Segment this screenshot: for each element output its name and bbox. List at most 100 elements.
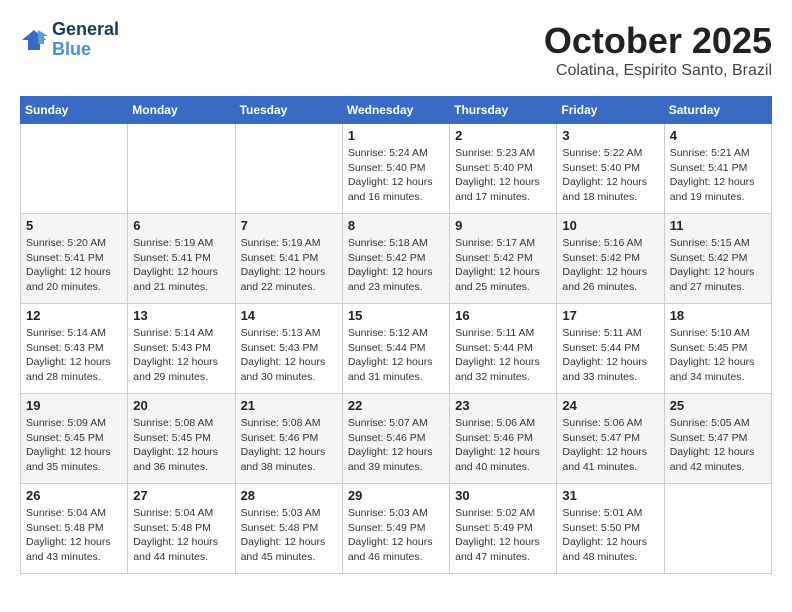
calendar-cell: 27 Sunrise: 5:04 AM Sunset: 5:48 PM Dayli… [128,484,235,574]
day-info: Sunrise: 5:19 AM Sunset: 5:41 PM Dayligh… [241,236,337,295]
day-info: Sunrise: 5:11 AM Sunset: 5:44 PM Dayligh… [562,326,658,385]
weekday-header: Sunday [21,97,128,124]
day-number: 12 [26,308,122,323]
day-number: 5 [26,218,122,233]
calendar-cell: 13 Sunrise: 5:14 AM Sunset: 5:43 PM Dayli… [128,304,235,394]
day-info: Sunrise: 5:14 AM Sunset: 5:43 PM Dayligh… [26,326,122,385]
logo-line2: Blue [52,40,119,60]
day-info: Sunrise: 5:04 AM Sunset: 5:48 PM Dayligh… [26,506,122,565]
calendar: SundayMondayTuesdayWednesdayThursdayFrid… [20,96,772,574]
logo: General Blue [20,20,119,60]
day-number: 29 [348,488,444,503]
weekday-header: Thursday [450,97,557,124]
day-number: 18 [670,308,766,323]
calendar-cell: 23Sunrise: 5:06 AM Sunset: 5:46 PM Dayli… [450,394,557,484]
day-info: Sunrise: 5:03 AM Sunset: 5:48 PM Dayligh… [241,506,337,565]
day-number: 27 [133,488,229,503]
day-info: Sunrise: 5:04 AM Sunset: 5:48 PM Dayligh… [133,506,229,565]
day-info: Sunrise: 5:19 AM Sunset: 5:41 PM Dayligh… [133,236,229,295]
day-number: 15 [348,308,444,323]
calendar-cell: 28 Sunrise: 5:03 AM Sunset: 5:48 PM Dayli… [235,484,342,574]
calendar-cell: 31 Sunrise: 5:01 AM Sunset: 5:50 PM Dayli… [557,484,664,574]
day-number: 20 [133,398,229,413]
calendar-cell: 6 Sunrise: 5:19 AM Sunset: 5:41 PM Daylig… [128,214,235,304]
day-info: Sunrise: 5:10 AM Sunset: 5:45 PM Dayligh… [670,326,766,385]
day-number: 28 [241,488,337,503]
calendar-cell: 8 Sunrise: 5:18 AM Sunset: 5:42 PM Daylig… [342,214,449,304]
calendar-cell [235,124,342,214]
calendar-week-row: 19 Sunrise: 5:09 AM Sunset: 5:45 PM Dayli… [21,394,772,484]
calendar-cell: 15Sunrise: 5:12 AM Sunset: 5:44 PM Dayli… [342,304,449,394]
calendar-cell: 16Sunrise: 5:11 AM Sunset: 5:44 PM Dayli… [450,304,557,394]
day-info: Sunrise: 5:14 AM Sunset: 5:43 PM Dayligh… [133,326,229,385]
day-number: 26 [26,488,122,503]
calendar-cell: 4 Sunrise: 5:21 AM Sunset: 5:41 PM Daylig… [664,124,771,214]
day-info: Sunrise: 5:01 AM Sunset: 5:50 PM Dayligh… [562,506,658,565]
calendar-body: 1Sunrise: 5:24 AM Sunset: 5:40 PM Daylig… [21,124,772,574]
day-number: 31 [562,488,658,503]
location-subtitle: Colatina, Espirito Santo, Brazil [544,62,772,80]
day-number: 19 [26,398,122,413]
calendar-week-row: 5 Sunrise: 5:20 AM Sunset: 5:41 PM Daylig… [21,214,772,304]
calendar-cell: 10 Sunrise: 5:16 AM Sunset: 5:42 PM Dayli… [557,214,664,304]
calendar-cell: 22Sunrise: 5:07 AM Sunset: 5:46 PM Dayli… [342,394,449,484]
weekday-header: Wednesday [342,97,449,124]
calendar-cell: 29 Sunrise: 5:03 AM Sunset: 5:49 PM Dayli… [342,484,449,574]
calendar-cell [21,124,128,214]
calendar-cell: 19 Sunrise: 5:09 AM Sunset: 5:45 PM Dayli… [21,394,128,484]
calendar-cell: 17 Sunrise: 5:11 AM Sunset: 5:44 PM Dayli… [557,304,664,394]
day-info: Sunrise: 5:18 AM Sunset: 5:42 PM Dayligh… [348,236,444,295]
day-info: Sunrise: 5:17 AM Sunset: 5:42 PM Dayligh… [455,236,551,295]
calendar-cell: 5 Sunrise: 5:20 AM Sunset: 5:41 PM Daylig… [21,214,128,304]
day-info: Sunrise: 5:06 AM Sunset: 5:46 PM Dayligh… [455,416,551,475]
day-number: 6 [133,218,229,233]
calendar-cell: 25 Sunrise: 5:05 AM Sunset: 5:47 PM Dayli… [664,394,771,484]
month-title: October 2025 [544,20,772,62]
day-info: Sunrise: 5:05 AM Sunset: 5:47 PM Dayligh… [670,416,766,475]
day-number: 2 [455,128,551,143]
calendar-week-row: 1Sunrise: 5:24 AM Sunset: 5:40 PM Daylig… [21,124,772,214]
day-info: Sunrise: 5:20 AM Sunset: 5:41 PM Dayligh… [26,236,122,295]
day-number: 16 [455,308,551,323]
day-info: Sunrise: 5:03 AM Sunset: 5:49 PM Dayligh… [348,506,444,565]
day-info: Sunrise: 5:13 AM Sunset: 5:43 PM Dayligh… [241,326,337,385]
day-info: Sunrise: 5:08 AM Sunset: 5:46 PM Dayligh… [241,416,337,475]
calendar-cell: 1Sunrise: 5:24 AM Sunset: 5:40 PM Daylig… [342,124,449,214]
day-number: 25 [670,398,766,413]
weekday-header: Monday [128,97,235,124]
day-number: 4 [670,128,766,143]
calendar-cell: 21 Sunrise: 5:08 AM Sunset: 5:46 PM Dayli… [235,394,342,484]
calendar-cell: 20Sunrise: 5:08 AM Sunset: 5:45 PM Dayli… [128,394,235,484]
day-number: 10 [562,218,658,233]
calendar-cell [128,124,235,214]
day-number: 11 [670,218,766,233]
day-number: 7 [241,218,337,233]
day-number: 24 [562,398,658,413]
calendar-cell: 9 Sunrise: 5:17 AM Sunset: 5:42 PM Daylig… [450,214,557,304]
day-info: Sunrise: 5:02 AM Sunset: 5:49 PM Dayligh… [455,506,551,565]
calendar-cell: 12 Sunrise: 5:14 AM Sunset: 5:43 PM Dayli… [21,304,128,394]
day-number: 17 [562,308,658,323]
logo-icon [20,26,48,54]
day-number: 9 [455,218,551,233]
calendar-cell: 7 Sunrise: 5:19 AM Sunset: 5:41 PM Daylig… [235,214,342,304]
day-number: 13 [133,308,229,323]
day-info: Sunrise: 5:15 AM Sunset: 5:42 PM Dayligh… [670,236,766,295]
calendar-cell: 3Sunrise: 5:22 AM Sunset: 5:40 PM Daylig… [557,124,664,214]
day-info: Sunrise: 5:21 AM Sunset: 5:41 PM Dayligh… [670,146,766,205]
calendar-week-row: 26 Sunrise: 5:04 AM Sunset: 5:48 PM Dayli… [21,484,772,574]
day-number: 22 [348,398,444,413]
calendar-cell: 18 Sunrise: 5:10 AM Sunset: 5:45 PM Dayli… [664,304,771,394]
day-number: 3 [562,128,658,143]
title-section: October 2025 Colatina, Espirito Santo, B… [544,20,772,80]
calendar-cell: 24 Sunrise: 5:06 AM Sunset: 5:47 PM Dayli… [557,394,664,484]
day-number: 8 [348,218,444,233]
day-number: 30 [455,488,551,503]
weekday-header: Friday [557,97,664,124]
weekday-header: Saturday [664,97,771,124]
day-info: Sunrise: 5:09 AM Sunset: 5:45 PM Dayligh… [26,416,122,475]
day-info: Sunrise: 5:16 AM Sunset: 5:42 PM Dayligh… [562,236,658,295]
day-info: Sunrise: 5:23 AM Sunset: 5:40 PM Dayligh… [455,146,551,205]
day-info: Sunrise: 5:06 AM Sunset: 5:47 PM Dayligh… [562,416,658,475]
day-number: 21 [241,398,337,413]
